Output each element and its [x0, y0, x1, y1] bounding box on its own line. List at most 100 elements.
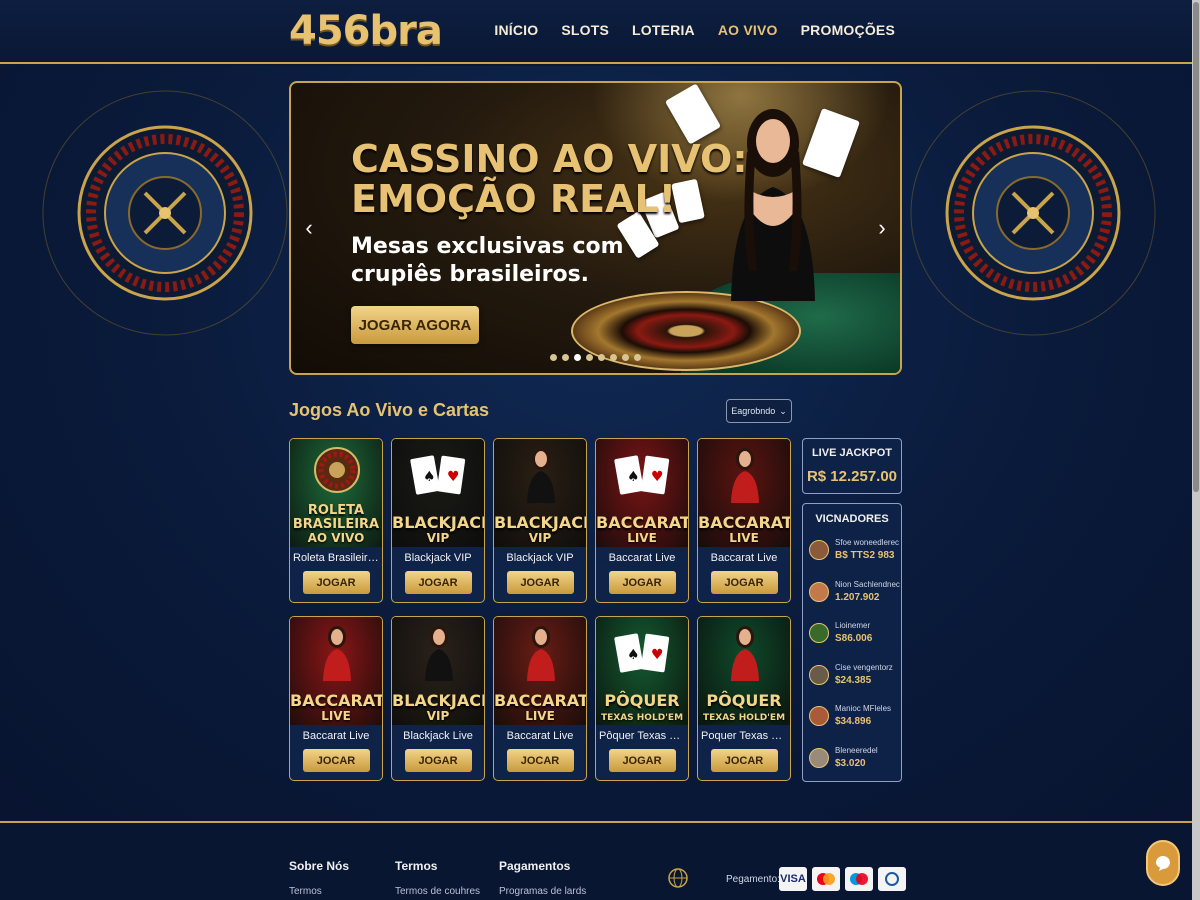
play-button[interactable]: JOGAR [302, 571, 370, 594]
winner-name: Sfoe woneedlerec [835, 538, 900, 547]
carousel-dot[interactable] [598, 354, 605, 361]
site-footer: Sobre Nós Termos Termos Termos de couhre… [0, 821, 1200, 900]
carousel-dot[interactable] [622, 354, 629, 361]
svg-text:♠: ♠ [627, 647, 640, 663]
game-card[interactable]: BACCARAT LIVE Baccarat Live JOGAR [697, 438, 791, 603]
section-title: Jogos Ao Vivo e Cartas [289, 400, 490, 420]
playing-cards-icon: ♠ ♥ [410, 455, 466, 495]
visa-icon[interactable]: VISA [779, 867, 807, 891]
dealer-image [527, 448, 555, 503]
nav-item-inicio[interactable]: INÍCIO [494, 22, 538, 38]
avatar [809, 623, 829, 643]
carousel-dots [550, 354, 641, 361]
game-card[interactable]: PÔQUER TEXAS HOLD'EM Poquer Texas Hold'em J… [697, 616, 791, 781]
maestro-icon[interactable] [845, 867, 873, 891]
game-thumb-subtitle: VIP [426, 531, 450, 545]
nav-item-loteria[interactable]: LOTERIA [632, 22, 695, 38]
dealer-image [425, 626, 453, 681]
chat-button[interactable] [1146, 840, 1180, 886]
winner-row: Lioinemer S86.006 [809, 620, 901, 650]
footer-col-title: Pagamentos [499, 859, 571, 873]
globe-icon [668, 868, 688, 888]
scrollbar-thumb[interactable] [1193, 2, 1199, 492]
avatar [809, 706, 829, 726]
play-button[interactable]: JOGAR [710, 571, 778, 594]
avatar [809, 540, 829, 560]
carousel-dot[interactable] [610, 354, 617, 361]
carousel-prev-icon[interactable]: ‹ [297, 213, 321, 243]
site-header: 456bra INÍCIO SLOTS LOTERIA AO VIVO PROM… [0, 0, 1200, 64]
game-name: Pôquer Texas Hold'em [599, 730, 688, 742]
play-now-button[interactable]: JOGAR AGORA [351, 306, 479, 344]
chat-bubble-icon [1156, 856, 1170, 871]
footer-link[interactable]: Termos de couhres [395, 886, 480, 897]
play-button[interactable]: JOGAR [404, 571, 472, 594]
game-thumb-subtitle: TEXAS HOLD'EM [600, 713, 684, 723]
game-card[interactable]: BACCARAT LIVE Baccarat Live JOCAR [493, 616, 587, 781]
play-button[interactable]: JOCAR [302, 749, 370, 772]
play-button[interactable]: JOCAR [710, 749, 778, 772]
game-card[interactable]: ROLETA BRASILEIRA AO VIVO Roleta Brasileira… [289, 438, 383, 603]
live-jackpot-panel: LIVE JACKPOT R$ 12.257.00 [802, 438, 902, 494]
play-button[interactable]: JOGAR [608, 749, 676, 772]
game-thumbnail: BLACKJACK VIP [392, 617, 484, 725]
carousel-dot[interactable] [574, 354, 581, 361]
play-button[interactable]: JOCAR [506, 749, 574, 772]
hero-title: CASSINO AO VIVO: EMOÇÃO REAL! [351, 137, 748, 221]
game-card[interactable]: BACCARAT LIVE Baccarat Live JOCAR [289, 616, 383, 781]
dealer-image [731, 448, 759, 503]
footer-link[interactable]: Termos [289, 886, 349, 897]
carousel-dot[interactable] [562, 354, 569, 361]
game-thumb-title: ROLETA BRASILEIRA [290, 504, 382, 532]
winner-row: Sfoe woneedlerec B$ TTS2 983 [809, 537, 901, 567]
game-card[interactable]: BLACKJACK VIP Blackjack VIP JOGAR [493, 438, 587, 603]
game-thumb-subtitle: LIVE [525, 709, 555, 723]
carousel-next-icon[interactable]: › [870, 213, 894, 243]
winner-name: Bleneeredel [835, 745, 878, 755]
carousel-dot[interactable] [634, 354, 641, 361]
hero-banner[interactable]: CASSINO AO VIVO: EMOÇÃO REAL! Mesas excl… [289, 81, 902, 375]
game-name: Poquer Texas Hold'em [701, 730, 790, 742]
game-thumbnail: ♠ ♥ BLACKJACK VIP [392, 439, 484, 547]
mastercard-icon[interactable] [812, 867, 840, 891]
carousel-dot[interactable] [550, 354, 557, 361]
diners-icon[interactable] [878, 867, 906, 891]
game-name: Blackjack VIP [404, 552, 472, 564]
carousel-dot[interactable] [586, 354, 593, 361]
winners-panel: VICNADORES Sfoe woneedlerec B$ TTS2 983 Ni… [802, 503, 902, 782]
winner-name: Lioinemer [835, 621, 871, 630]
jackpot-value: R$ 12.257.00 [806, 468, 898, 485]
sort-select[interactable]: Eagrobndo ⌄ [726, 399, 792, 423]
game-thumbnail: BACCARAT LIVE [698, 439, 790, 547]
chevron-down-icon: ⌄ [779, 405, 787, 416]
footer-col-terms: Termos Termos de couhres [395, 859, 480, 897]
game-thumb-title: BLACKJACK [392, 513, 484, 532]
site-logo[interactable]: 456bra [289, 8, 443, 54]
game-name: Roleta Brasileira Ao ... [293, 552, 382, 564]
svg-text:♠: ♠ [627, 469, 640, 485]
roulette-decoration-left [42, 90, 288, 336]
play-button[interactable]: JOGAR [506, 571, 574, 594]
avatar [809, 664, 829, 685]
game-card[interactable]: ♠♥PÔQUERTEXAS HOLD'EM Pôquer Texas Hold'e… [595, 616, 689, 781]
nav-item-ao-vivo[interactable]: AO VIVO [718, 22, 778, 38]
game-thumb-subtitle: LIVE [729, 531, 759, 545]
game-thumb-title-line: ROLETA [307, 503, 365, 518]
nav-item-promocoes[interactable]: PROMOÇÕES [801, 22, 895, 38]
winner-row: Bleneeredel $3.020 [809, 745, 901, 775]
game-thumbnail: PÔQUER TEXAS HOLD'EM [698, 617, 790, 725]
game-thumb-subtitle: VIP [528, 531, 552, 545]
play-button[interactable]: JOGAR [608, 571, 676, 594]
winner-name: Cise vengentorz [835, 662, 893, 672]
game-thumbnail: ♠ ♥ PÔQUER TEXAS HOLD'EM [596, 617, 688, 725]
avatar [809, 581, 829, 602]
footer-link[interactable]: Programas de lards [499, 886, 586, 897]
game-name: Blackjack Live [403, 730, 473, 742]
game-card[interactable]: ♠ ♥ BACCARAT LIVE Baccarat Live JOGAR [595, 438, 689, 603]
game-thumb-subtitle: LIVE [627, 531, 657, 545]
game-card[interactable]: BLACKJACK VIP Blackjack Live JOGAR [391, 616, 485, 781]
game-card[interactable]: ♠ ♥ BLACKJACK VIP Blackjack VIP JOGAR [391, 438, 485, 603]
play-button[interactable]: JOGAR [404, 749, 472, 772]
nav-item-slots[interactable]: SLOTS [561, 22, 609, 38]
game-thumb-title: BACCARAT [698, 513, 790, 532]
